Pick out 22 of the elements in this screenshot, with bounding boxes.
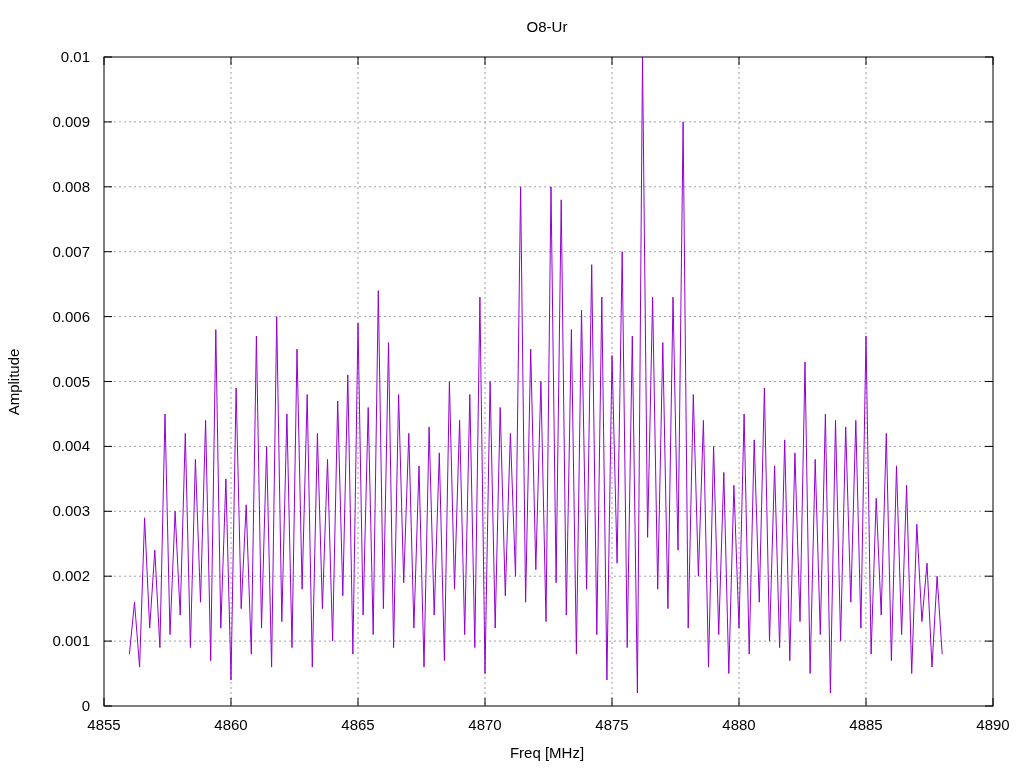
x-tick-label: 4880 — [722, 716, 756, 733]
x-tick-label: 4865 — [341, 716, 375, 733]
x-tick-label: 4890 — [976, 716, 1010, 733]
y-tick-label: 0.002 — [52, 567, 90, 585]
y-tick-label: 0.008 — [52, 177, 90, 195]
x-axis-label: Freq [MHz] — [509, 744, 585, 761]
y-tick-label: 0.01 — [60, 48, 90, 65]
y-tick-label: 0.003 — [52, 502, 90, 520]
x-tick-label: 4870 — [468, 716, 502, 733]
y-tick-label: 0 — [81, 697, 90, 714]
chart-title: O8-Ur — [526, 18, 568, 35]
y-tick-label: 0.007 — [52, 242, 90, 260]
x-tick-label: 4855 — [87, 716, 121, 733]
x-tick-label: 4860 — [214, 716, 248, 733]
y-axis-label: Amplitude — [5, 348, 22, 416]
x-tick-label: 4875 — [595, 716, 629, 733]
y-tick-label: 0.009 — [52, 112, 90, 130]
x-tick-label: 4885 — [849, 716, 883, 733]
y-tick-label: 0.004 — [52, 437, 90, 455]
y-tick-label: 0.005 — [52, 372, 90, 390]
y-tick-label: 0.006 — [52, 307, 90, 325]
y-tick-label: 0.001 — [52, 632, 90, 650]
